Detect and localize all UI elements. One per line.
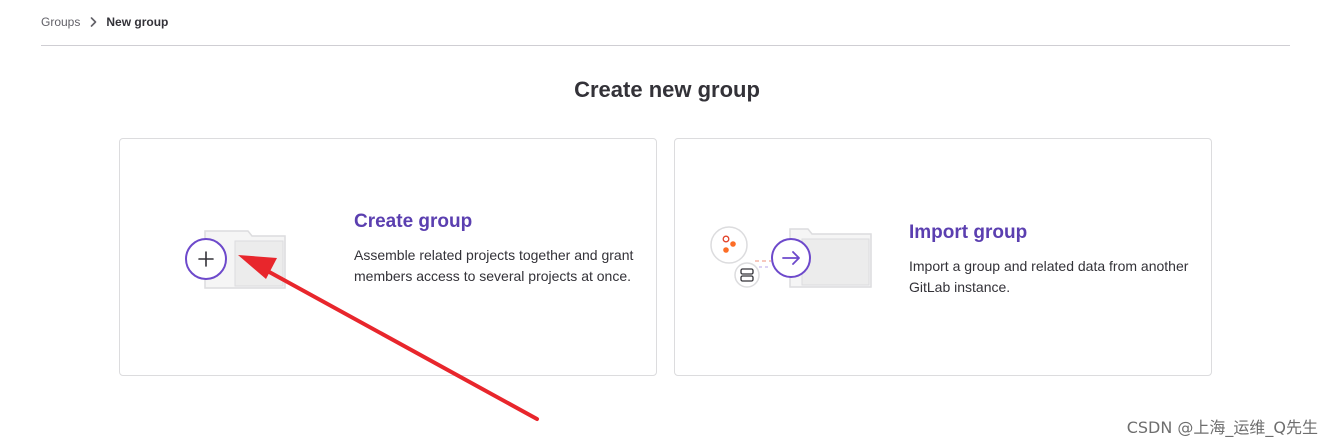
import-group-description: Import a group and related data from ano…	[909, 258, 1189, 295]
header-divider	[41, 45, 1290, 46]
nodes-icon	[710, 226, 748, 264]
page-title: Create new group	[574, 77, 760, 102]
import-group-card[interactable]: Import group Import a group and related …	[674, 138, 1212, 376]
arrow-right-icon	[771, 238, 811, 278]
create-group-description: Assemble related projects together and g…	[354, 247, 634, 284]
create-group-illustration	[180, 223, 290, 296]
import-group-title[interactable]: Import group	[909, 222, 1027, 244]
chevron-right-icon	[90, 17, 97, 27]
database-icon	[734, 262, 760, 288]
breadcrumb-new-group: New group	[106, 15, 169, 29]
breadcrumb-groups-link[interactable]: Groups	[41, 15, 80, 29]
create-group-title[interactable]: Create group	[354, 211, 472, 233]
create-group-card[interactable]: Create group Assemble related projects t…	[119, 138, 657, 376]
watermark: CSDN @上海_运维_Q先生	[1126, 418, 1318, 437]
breadcrumb: Groups New group	[41, 14, 168, 30]
plus-icon	[185, 238, 227, 280]
import-group-illustration	[705, 221, 875, 298]
